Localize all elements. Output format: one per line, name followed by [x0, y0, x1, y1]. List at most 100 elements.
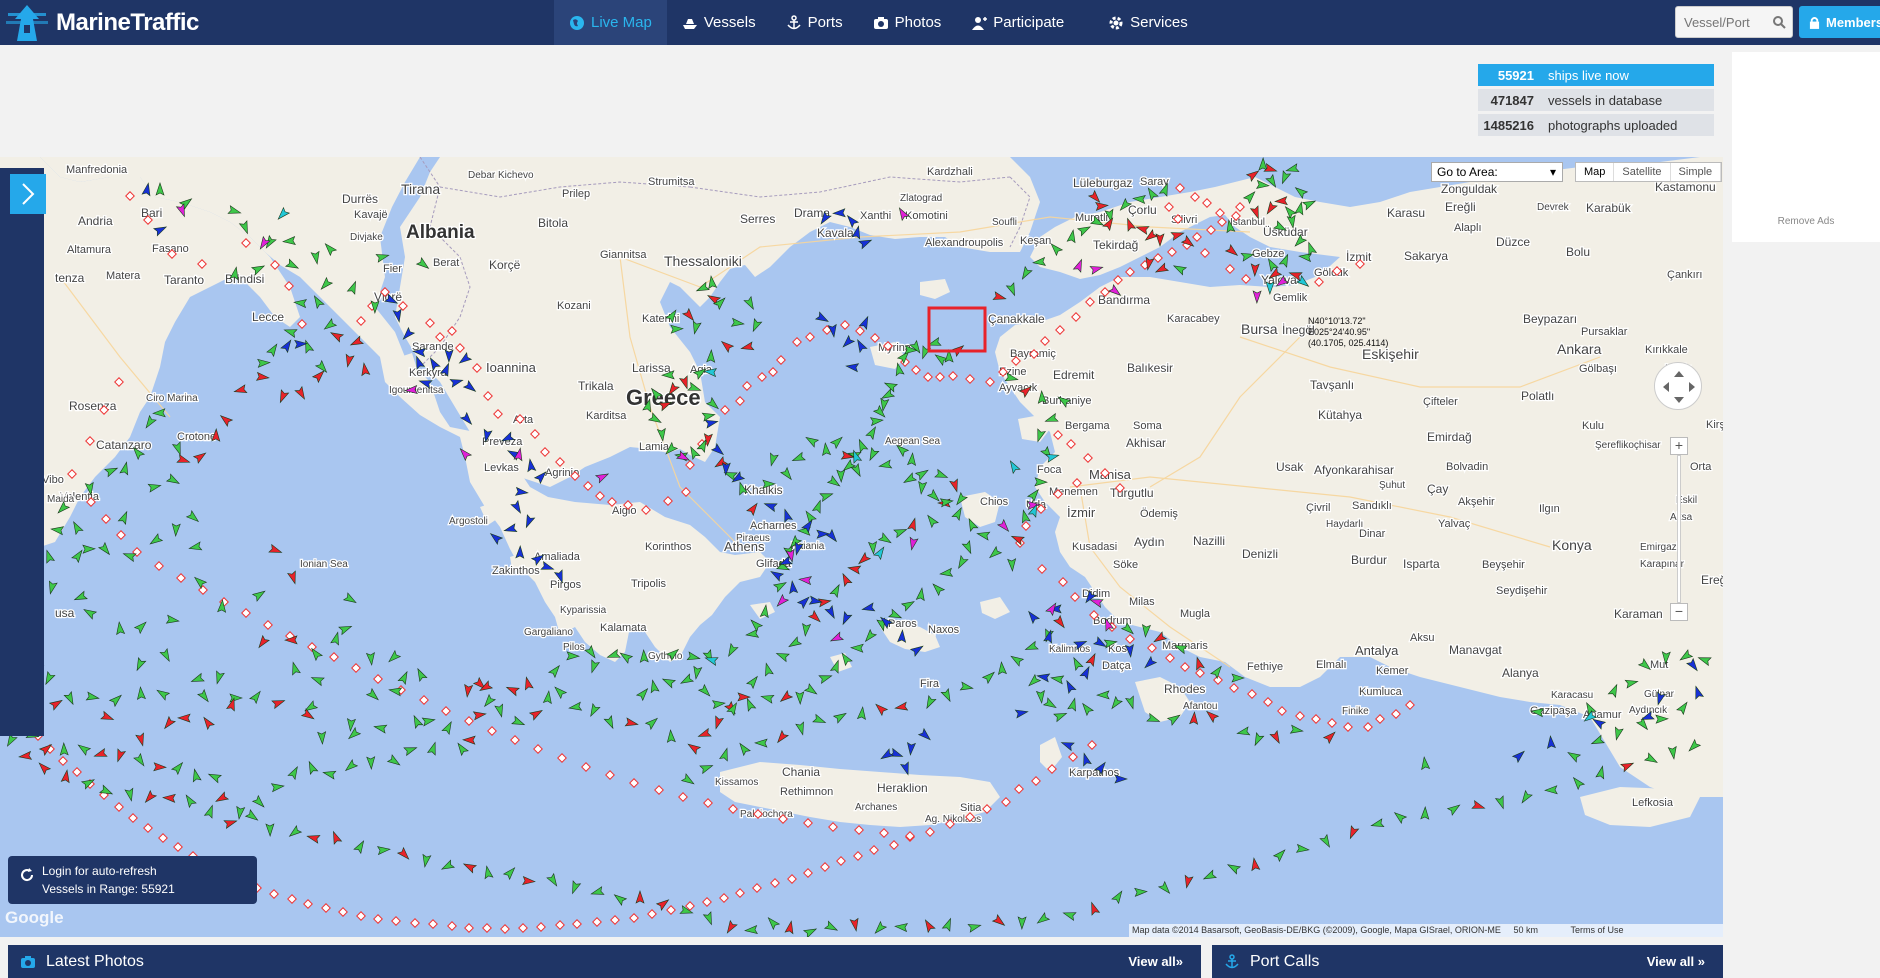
station-marker[interactable]: [1217, 217, 1227, 227]
station-marker[interactable]: [1405, 700, 1415, 710]
vessel-marker[interactable]: [176, 453, 191, 466]
vessel-marker[interactable]: [342, 592, 358, 606]
vessel-marker[interactable]: [849, 917, 860, 932]
remove-ads-link[interactable]: Remove Ads: [1732, 216, 1880, 227]
station-marker[interactable]: [1363, 722, 1373, 732]
station-marker[interactable]: [1147, 643, 1157, 653]
vessel-marker[interactable]: [322, 769, 337, 780]
station-marker[interactable]: [410, 918, 420, 928]
vessel-marker[interactable]: [862, 628, 878, 644]
station-marker[interactable]: [820, 862, 830, 872]
vessel-marker[interactable]: [1157, 880, 1173, 896]
vessel-marker[interactable]: [861, 602, 876, 613]
station-marker[interactable]: [101, 514, 111, 524]
vessel-marker[interactable]: [165, 614, 180, 625]
vessel-marker[interactable]: [376, 845, 391, 856]
vessel-marker[interactable]: [697, 727, 712, 741]
vessel-marker[interactable]: [869, 416, 884, 427]
vessel-marker[interactable]: [233, 384, 248, 396]
station-marker[interactable]: [338, 907, 348, 917]
vessel-marker[interactable]: [772, 579, 788, 593]
vessel-marker[interactable]: [774, 593, 790, 609]
vessel-marker[interactable]: [522, 676, 534, 691]
vessel-marker[interactable]: [775, 729, 789, 745]
station-marker[interactable]: [770, 878, 780, 888]
station-marker[interactable]: [1247, 689, 1257, 699]
vessel-marker[interactable]: [858, 236, 873, 250]
station-marker[interactable]: [482, 923, 492, 933]
station-marker[interactable]: [855, 326, 865, 336]
vessel-marker[interactable]: [300, 708, 316, 722]
vessel-marker[interactable]: [893, 526, 908, 539]
vessel-marker[interactable]: [1080, 752, 1092, 767]
vessel-marker[interactable]: [603, 715, 616, 730]
vessel-marker[interactable]: [1511, 748, 1527, 764]
vessel-marker[interactable]: [1063, 679, 1077, 695]
station-marker[interactable]: [572, 919, 582, 929]
station-marker[interactable]: [925, 827, 935, 837]
vessel-marker[interactable]: [249, 689, 264, 705]
vessel-marker[interactable]: [266, 342, 280, 358]
vessel-marker[interactable]: [791, 451, 806, 464]
vessel-marker[interactable]: [213, 670, 225, 685]
vessel-marker[interactable]: [104, 464, 119, 478]
vessel-marker[interactable]: [185, 509, 201, 525]
vessel-marker[interactable]: [807, 609, 823, 625]
vessel-marker[interactable]: [1050, 674, 1065, 685]
vessel-marker[interactable]: [906, 742, 916, 756]
station-marker[interactable]: [792, 337, 802, 347]
station-marker[interactable]: [719, 893, 729, 903]
vessel-marker[interactable]: [251, 588, 267, 602]
vessel-marker[interactable]: [414, 667, 428, 683]
map-type-simple[interactable]: Simple: [1671, 163, 1722, 181]
station-marker[interactable]: [555, 920, 565, 930]
vessel-marker[interactable]: [590, 886, 605, 898]
vessel-marker[interactable]: [155, 687, 171, 701]
vessel-marker[interactable]: [108, 692, 124, 708]
station-marker[interactable]: [1195, 668, 1205, 678]
nav-services[interactable]: Services: [1093, 0, 1203, 45]
station-marker[interactable]: [592, 917, 602, 927]
vessel-marker[interactable]: [691, 320, 702, 335]
vessel-marker[interactable]: [426, 741, 439, 756]
vessel-marker[interactable]: [1446, 802, 1462, 816]
vessel-marker[interactable]: [152, 408, 166, 418]
vessel-marker[interactable]: [724, 919, 738, 935]
vessel-marker[interactable]: [528, 707, 544, 721]
station-marker[interactable]: [1343, 722, 1353, 732]
vessel-marker[interactable]: [1172, 262, 1188, 276]
station-marker[interactable]: [803, 868, 813, 878]
vessel-marker[interactable]: [1494, 795, 1507, 810]
vessel-marker[interactable]: [719, 338, 735, 354]
vessel-marker[interactable]: [1019, 509, 1031, 524]
station-marker[interactable]: [828, 822, 838, 832]
station-marker[interactable]: [287, 894, 297, 904]
vessel-marker[interactable]: [410, 714, 424, 729]
vessel-marker[interactable]: [136, 686, 146, 700]
vessel-marker[interactable]: [812, 713, 827, 726]
vessel-marker[interactable]: [872, 404, 888, 420]
vessel-marker[interactable]: [1005, 282, 1018, 297]
vessel-marker[interactable]: [283, 326, 298, 338]
vessel-marker[interactable]: [97, 541, 113, 557]
vessel-marker[interactable]: [441, 720, 455, 736]
vessel-marker[interactable]: [730, 317, 745, 328]
vessel-marker[interactable]: [588, 659, 601, 674]
vessel-marker[interactable]: [644, 715, 660, 731]
vessel-marker[interactable]: [940, 687, 953, 703]
vessel-marker[interactable]: [915, 587, 926, 602]
station-marker[interactable]: [869, 845, 879, 855]
station-marker[interactable]: [629, 913, 639, 923]
vessel-marker[interactable]: [930, 581, 946, 597]
station-marker[interactable]: [373, 674, 383, 684]
vessel-marker[interactable]: [996, 518, 1012, 534]
vessel-marker[interactable]: [836, 469, 846, 483]
vessel-marker[interactable]: [868, 541, 878, 555]
vessel-marker[interactable]: [865, 425, 879, 441]
vessel-marker[interactable]: [725, 642, 739, 658]
vessel-marker[interactable]: [270, 782, 285, 793]
vessel-marker[interactable]: [373, 723, 388, 734]
station-marker[interactable]: [1001, 797, 1011, 807]
vessel-marker[interactable]: [823, 920, 839, 934]
vessel-marker[interactable]: [192, 450, 208, 464]
